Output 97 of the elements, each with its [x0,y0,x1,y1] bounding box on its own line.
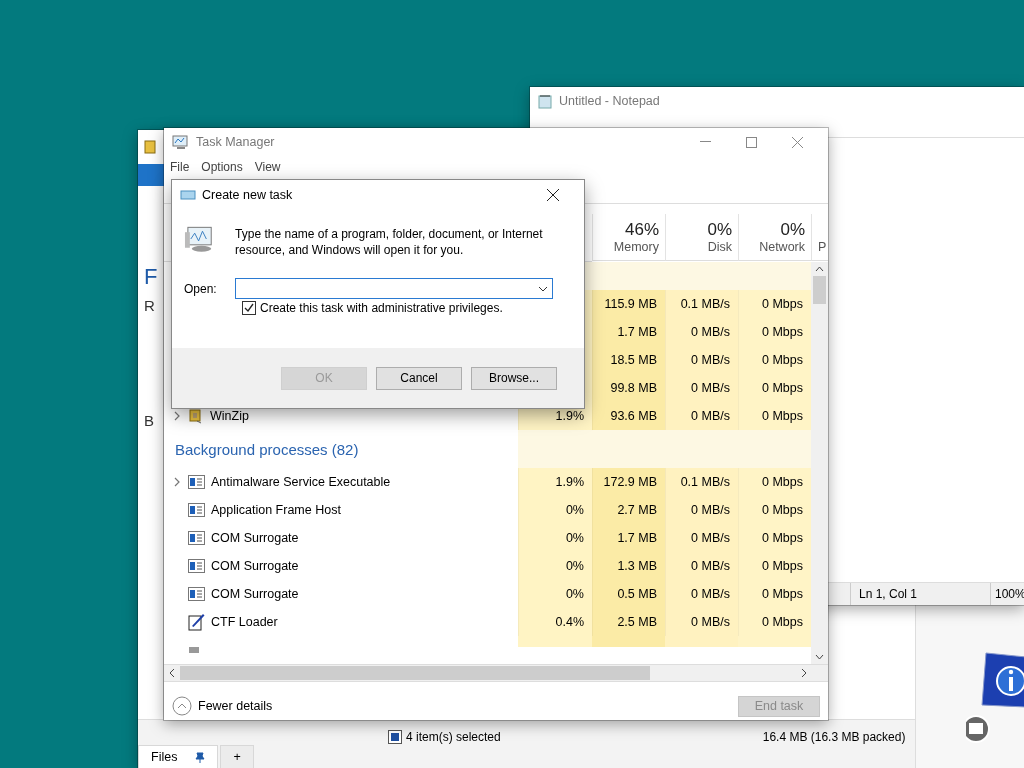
monitor-chart-icon [172,134,190,150]
minimize-icon[interactable] [699,141,711,143]
process-name[interactable]: WinZip [210,409,249,423]
process-icon [188,647,202,653]
checkbox[interactable] [242,301,256,315]
pin-icon[interactable] [195,751,206,763]
dialog-button[interactable]: Cancel [376,366,462,390]
menu-item[interactable]: Options [201,160,243,174]
menu-item[interactable]: View [254,160,281,174]
column-header[interactable]: 0% Disk [665,214,738,261]
table-cell: 1.7 MB [592,524,665,552]
column-header[interactable]: P [818,240,827,254]
selection-icon [388,730,402,744]
column-header[interactable]: 46% Memory [592,214,665,261]
process-name[interactable]: CTF Loader [211,615,278,629]
table-cell: 2.7 MB [592,496,665,524]
field-label: Open: [184,281,217,296]
process-name[interactable]: COM Surrogate [211,559,299,573]
archive-icon [188,408,204,424]
table-cell: 172.9 MB [592,468,665,496]
table-cell: 0 MB/s [665,580,738,608]
dropdown-caret-icon[interactable] [537,285,548,292]
window-icon [188,531,205,545]
table-cell: 0 MB/s [665,608,738,636]
notepad-icon [538,93,553,109]
table-cell: 0 MB/s [665,496,738,524]
table-cell: 0 Mbps [738,468,811,496]
dialog-button[interactable]: Browse... [471,366,557,390]
window-title: Untitled - Notepad [559,94,660,108]
table-cell: 0.4% [518,608,592,636]
table-cell: 0 MB/s [665,346,738,374]
open-combobox[interactable] [234,278,553,299]
vertical-scrollbar[interactable] [811,262,828,664]
process-name[interactable]: COM Surrogate [211,587,299,601]
close-icon[interactable] [547,189,559,201]
table-cell: 1.7 MB [592,318,665,346]
table-cell: 0 Mbps [738,346,811,374]
archive-icon [144,140,156,154]
process-name[interactable]: Antimalware Service Executable [211,475,391,489]
maximize-icon[interactable] [745,136,757,148]
table-cell: 0 MB/s [665,524,738,552]
cut-off-text: F [144,266,158,288]
cut-off-text: B [144,413,154,428]
table-cell: 1.9% [518,468,592,496]
column-header[interactable]: 0% Network [738,214,811,261]
table-cell: 0 Mbps [738,552,811,580]
table-cell: 0 Mbps [738,374,811,402]
table-cell: 0.1 MB/s [665,290,738,318]
table-cell: 99.8 MB [592,374,665,402]
window-icon [188,559,205,573]
table-cell: 0 MB/s [665,318,738,346]
table-cell: 0.5 MB [592,580,665,608]
menu-item[interactable]: File [170,160,190,174]
process-name[interactable]: COM Surrogate [211,531,299,545]
table-cell: 0% [518,496,592,524]
table-cell: 0% [518,580,592,608]
check-icon [244,303,254,313]
status-text: 4 item(s) selected [406,730,501,744]
table-cell: 93.6 MB [592,402,665,430]
collapse-circle-icon[interactable] [172,696,192,716]
tab[interactable]: Files [138,745,219,768]
table-cell: 0 MB/s [665,552,738,580]
fewer-details-link[interactable]: Fewer details [198,699,273,713]
table-cell: 0 Mbps [738,290,811,318]
horizontal-scrollbar[interactable] [164,664,828,681]
table-cell: 2.5 MB [592,608,665,636]
status-text: 16.4 MB (16.3 MB packed) [762,730,906,744]
table-cell: 0% [518,552,592,580]
table-cell: 0.1 MB/s [665,468,738,496]
window-title: Task Manager [196,135,275,149]
table-cell: 0 Mbps [738,608,811,636]
process-name[interactable]: Application Frame Host [211,503,341,517]
table-cell: 1.3 MB [592,552,665,580]
run-icon [180,189,196,201]
table-cell: 0 Mbps [738,318,811,346]
window-icon [188,587,205,601]
scroll-thumb[interactable] [180,666,650,680]
dialog-title: Create new task [202,188,293,202]
table-cell: 0% [518,524,592,552]
instruction-text: Type the name of a program, folder, document, or Internet resource, and Windows will open it for you. [235,226,544,258]
table-cell: 115.9 MB [592,290,665,318]
table-cell: 0 MB/s [665,402,738,430]
table-cell: 0 Mbps [738,524,811,552]
checkbox-label[interactable]: Create this task with administrative privileges. [260,301,503,315]
cursor-position: Ln 1, Col 1 [859,587,918,601]
table-cell: 0 Mbps [738,402,811,430]
notepad-pen-icon [188,613,205,631]
table-cell: 0 Mbps [738,580,811,608]
table-cell: 18.5 MB [592,346,665,374]
window-icon [188,475,205,489]
group-heading: Background processes (82) [175,440,359,458]
tab[interactable]: + [220,745,254,768]
table-cell: 0 MB/s [665,374,738,402]
window-icon [188,503,205,517]
table-cell: 0 Mbps [738,496,811,524]
scroll-thumb[interactable] [813,276,826,304]
cut-off-text: R [144,298,155,313]
